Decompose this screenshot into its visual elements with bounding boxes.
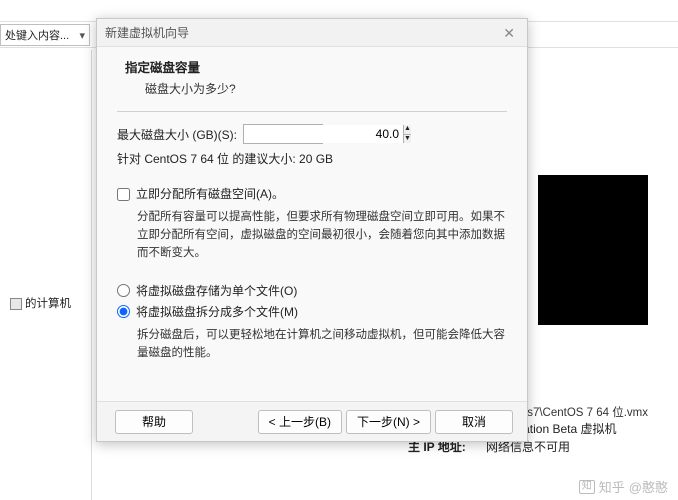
cancel-button[interactable]: 取消 [435,410,513,434]
step-subtitle: 磁盘大小为多少? [145,80,507,97]
chevron-down-icon: ▾ [79,29,85,42]
step-title: 指定磁盘容量 [125,57,507,76]
max-size-spinner[interactable]: ▲ ▼ [243,124,323,144]
radio-single-file-input[interactable] [117,284,130,297]
separator [117,111,507,112]
allocate-now-checkbox[interactable] [117,188,130,201]
zhihu-icon: 知 [579,480,595,494]
next-button[interactable]: 下一步(N) > [346,410,431,434]
allocate-now-desc: 分配所有容量可以提高性能，但要求所有物理磁盘空间立即可用。如果不立即分配所有空间… [137,208,507,262]
address-combo[interactable]: 处键入内容... ▾ [0,24,90,46]
dialog-titlebar[interactable]: 新建虚拟机向导 ✕ [97,19,527,47]
disk-split-group: 将虚拟磁盘存储为单个文件(O) 将虚拟磁盘拆分成多个文件(M) 拆分磁盘后，可以… [117,282,507,362]
allocate-now-row: 立即分配所有磁盘空间(A)。 [117,185,507,202]
vm-tree: 的计算机 CentOS 7 64 位 Ubuntu 64 位 CentOS 7 … [0,50,91,500]
max-size-input[interactable] [244,125,403,143]
max-size-label: 最大磁盘大小 (GB)(S): [117,126,237,143]
radio-multi-file-label: 将虚拟磁盘拆分成多个文件(M) [136,303,298,320]
close-icon[interactable]: ✕ [499,19,519,47]
spinner-down-icon[interactable]: ▼ [404,135,411,144]
sidebar: 的计算机 CentOS 7 64 位 Ubuntu 64 位 CentOS 7 … [0,50,92,500]
computer-icon [10,298,22,310]
watermark-brand: 知乎 [599,477,625,496]
tree-root-label: 的计算机 [25,296,71,313]
vm-preview-screen [538,175,648,325]
multi-file-desc: 拆分磁盘后，可以更轻松地在计算机之间移动虚拟机，但可能会降低大容量磁盘的性能。 [137,326,507,362]
dialog-button-row: 帮助 < 上一步(B) 下一步(N) > 取消 [97,401,527,441]
help-button[interactable]: 帮助 [115,410,193,434]
recommended-size: 针对 CentOS 7 64 位 的建议大小: 20 GB [117,150,507,167]
spinner-up-icon[interactable]: ▲ [404,125,411,135]
watermark: 知 知乎 @憨憨 [579,477,668,496]
back-button[interactable]: < 上一步(B) [258,410,342,434]
radio-multi-file-input[interactable] [117,305,130,318]
allocate-now-label: 立即分配所有磁盘空间(A)。 [136,185,284,202]
radio-multi-file[interactable]: 将虚拟磁盘拆分成多个文件(M) [117,303,507,320]
dialog-title: 新建虚拟机向导 [105,19,189,47]
new-vm-wizard-dialog: 新建虚拟机向导 ✕ 指定磁盘容量 磁盘大小为多少? 最大磁盘大小 (GB)(S)… [96,18,528,442]
watermark-author: @憨憨 [629,477,668,496]
max-size-row: 最大磁盘大小 (GB)(S): ▲ ▼ [117,124,507,144]
vm-config-path: tos7\CentOS 7 64 位.vmx [518,404,648,422]
dialog-body: 指定磁盘容量 磁盘大小为多少? 最大磁盘大小 (GB)(S): ▲ ▼ 针对 C… [97,47,527,402]
radio-single-file[interactable]: 将虚拟磁盘存储为单个文件(O) [117,282,507,299]
address-combo-text: 处键入内容... [5,27,69,43]
radio-single-file-label: 将虚拟磁盘存储为单个文件(O) [136,282,297,299]
